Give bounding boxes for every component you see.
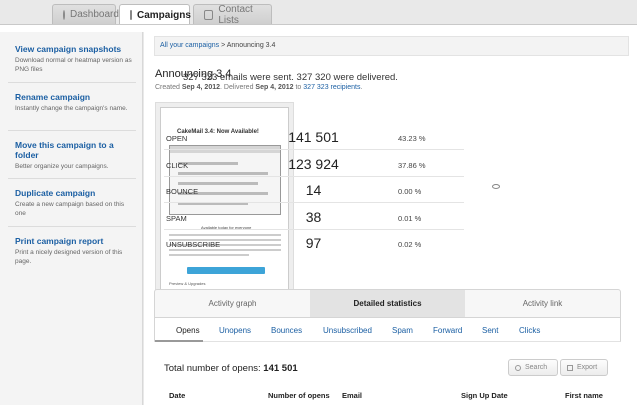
col-sign-up-date[interactable]: Sign Up Date (461, 391, 508, 400)
tab-contact-lists-label: Contact Lists (218, 3, 253, 26)
sidebar-item-title[interactable]: View campaign snapshots (15, 44, 135, 54)
sidebar-item-desc: Instantly change the campaign's name. (15, 105, 128, 112)
col-first-name[interactable]: First name (565, 391, 603, 400)
divider (8, 226, 136, 227)
stat-label: UNSUBSCRIBE (166, 240, 221, 249)
divider (8, 178, 136, 179)
sidebar-item-snapshots[interactable]: View campaign snapshots Download normal … (15, 44, 135, 74)
campaign-meta: Created Sep 4, 2012. Delivered Sep 4, 20… (155, 84, 362, 91)
sidebar-item-print-report[interactable]: Print campaign report Print a nicely des… (15, 236, 135, 266)
tab-campaigns[interactable]: Campaigns (119, 4, 191, 25)
sidebar-item-desc: Better organize your campaigns. (15, 163, 109, 170)
stat-value: 97 (305, 235, 322, 251)
tab-contact-lists[interactable]: Contact Lists (193, 3, 272, 26)
sidebar-item-title[interactable]: Duplicate campaign (15, 188, 135, 198)
stat-percent: 37.86 % (398, 161, 426, 170)
stat-row-unsubscribe: UNSUBSCRIBE 97 0.02 % (164, 230, 464, 256)
envelope-icon (130, 10, 132, 20)
dashboard-icon (63, 9, 65, 20)
stat-row-bounce: BOUNCE 14 0.00 % (164, 177, 464, 203)
main-tabs: Dashboard Campaigns Contact Lists (52, 3, 272, 26)
sidebar-item-desc: Download normal or heatmap version as PN… (15, 57, 132, 73)
sidebar-item-title[interactable]: Rename campaign (15, 92, 135, 102)
sidebar-item-desc: Create a new campaign based on this one (15, 201, 125, 217)
stat-value: 141 501 (288, 129, 339, 145)
eye-icon[interactable] (492, 184, 500, 189)
to-label: to (293, 84, 304, 91)
sidebar-item-desc: Print a nicely designed version of this … (15, 249, 123, 265)
stat-row-spam: SPAM 38 0.01 % (164, 204, 464, 230)
stat-value: 38 (305, 209, 322, 225)
delivered-label: . Delivered (220, 84, 256, 91)
contacts-icon (204, 9, 214, 20)
delivered-date: Sep 4, 2012 (255, 84, 294, 91)
breadcrumb: All your campaigns > Announcing 3.4 (154, 36, 629, 56)
stat-label: SPAM (166, 214, 187, 223)
breadcrumb-link[interactable]: All your campaigns (160, 42, 219, 49)
breadcrumb-current: Announcing 3.4 (226, 42, 276, 49)
created-date: Sep 4, 2012 (181, 84, 220, 91)
sidebar-item-title[interactable]: Print campaign report (15, 236, 135, 246)
breadcrumb-sep: > (219, 42, 227, 49)
sidebar-item-rename[interactable]: Rename campaign Instantly change the cam… (15, 92, 135, 113)
tab-dashboard-label: Dashboard (70, 9, 119, 20)
stat-label: OPEN (166, 134, 188, 143)
stat-percent: 0.01 % (398, 214, 422, 223)
preview-footer: Preview & Upgrades (169, 281, 206, 286)
stat-label: CLICK (166, 161, 189, 170)
sidebar-item-move-folder[interactable]: Move this campaign to a folder Better or… (15, 140, 135, 171)
divider (8, 82, 136, 83)
recipients-link[interactable]: 327 323 recipients (303, 84, 360, 91)
preview-cta (187, 267, 265, 274)
stat-row-click: CLICK 123 924 37.86 % (164, 151, 464, 177)
sidebar-item-duplicate[interactable]: Duplicate campaign Create a new campaign… (15, 188, 135, 218)
stat-label: BOUNCE (166, 187, 199, 196)
sidebar: View campaign snapshots Download normal … (0, 32, 143, 405)
stat-percent: 0.00 % (398, 187, 422, 196)
stat-percent: 0.02 % (398, 240, 422, 249)
col-number-of-opens[interactable]: Number of opens (268, 391, 330, 400)
meta-end: . (360, 84, 363, 91)
sidebar-item-title[interactable]: Move this campaign to a folder (15, 140, 135, 160)
delivery-summary: 327 323 emails were sent. 327 320 were d… (183, 72, 398, 83)
tab-dashboard[interactable]: Dashboard (52, 4, 119, 24)
tab-panel-top (0, 24, 637, 32)
stat-value: 123 924 (288, 156, 339, 172)
col-date[interactable]: Date (169, 391, 185, 400)
created-label: Created (155, 84, 182, 91)
col-email[interactable]: Email (342, 391, 362, 400)
divider (8, 130, 136, 131)
stat-percent: 43.23 % (398, 134, 426, 143)
tab-campaigns-label: Campaigns (137, 9, 191, 21)
stat-row-open: OPEN 141 501 43.23 % (164, 124, 464, 150)
stat-value: 14 (305, 182, 322, 198)
